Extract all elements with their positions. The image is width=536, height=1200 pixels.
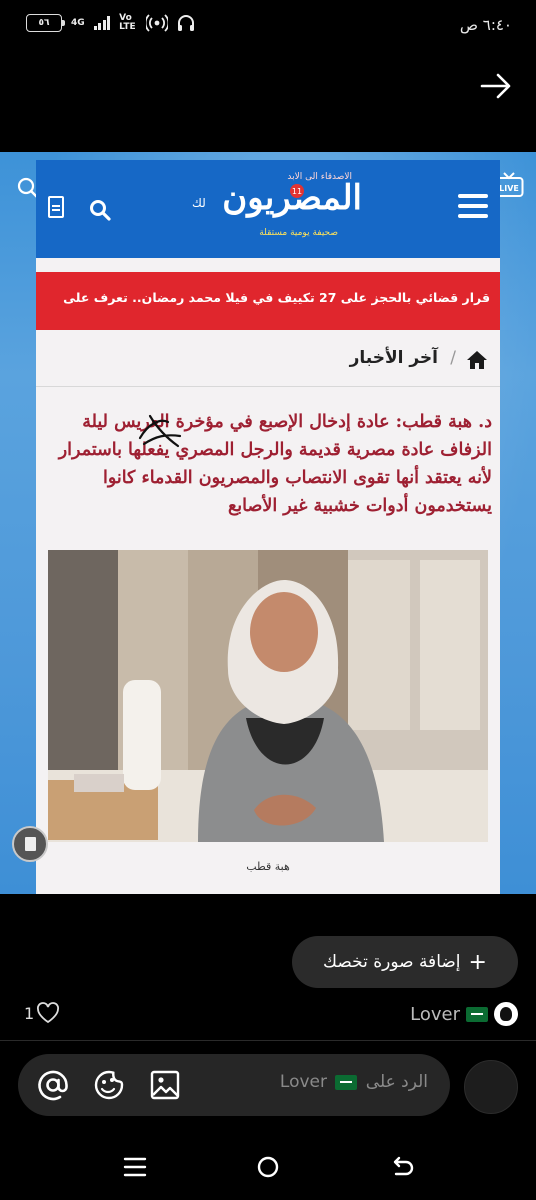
- headphones-icon: [178, 15, 195, 31]
- recents-icon[interactable]: [120, 1152, 150, 1182]
- like-counter[interactable]: 1: [24, 1002, 60, 1024]
- hotspot-icon: [146, 14, 169, 32]
- add-photo-button[interactable]: + إضافة صورة تخصك: [292, 936, 518, 988]
- add-photo-label: إضافة صورة تخصك: [323, 952, 461, 972]
- battery-icon: ٥٦: [26, 14, 65, 32]
- news-ticker: قرار قضائي بالحجز على 27 تكييف في فيلا م…: [36, 270, 500, 330]
- ticker-text: قرار قضائي بالحجز على 27 تكييف في فيلا م…: [63, 290, 490, 305]
- signal-icon: [93, 16, 111, 30]
- article-headline: د. هبة قطب: عادة إدخال الإصبع في مؤخرة ا…: [58, 412, 492, 516]
- status-bar: ٥٦ 4G Vo LTE ٦:٤٠ ص: [0, 0, 536, 52]
- breadcrumb-separator: /: [450, 348, 456, 368]
- image-caption: هبة قطب: [246, 860, 290, 873]
- back-icon[interactable]: [386, 1152, 416, 1182]
- scribble-mark: [138, 414, 182, 448]
- home-icon: [467, 351, 487, 369]
- breadcrumb-label: آخر الأخبار: [349, 348, 438, 368]
- saudi-flag-icon: [466, 1006, 488, 1022]
- search-icon: [90, 200, 111, 221]
- status-icons: ٥٦ 4G Vo LTE: [26, 14, 195, 32]
- news-page: الاصدقاء الى الابد 11 المصريون لك صحيفة …: [36, 160, 500, 894]
- like-count: 1: [24, 1003, 35, 1023]
- breadcrumb: / آخر الأخبار: [36, 346, 500, 376]
- reply-input[interactable]: الرد على Lover: [18, 1054, 450, 1116]
- svg-text:LIVE: LIVE: [499, 184, 519, 193]
- reply-prefix: الرد على: [365, 1072, 428, 1092]
- home-nav-icon[interactable]: [253, 1152, 283, 1182]
- reply-user: Lover: [279, 1072, 327, 1092]
- avatar[interactable]: [494, 1002, 518, 1026]
- system-navbar: [0, 1134, 536, 1200]
- logo-tail: لك: [192, 196, 206, 210]
- logo-subtitle: صحيفة يومية مستقلة: [259, 228, 338, 238]
- status-time: ٦:٤٠ ص: [459, 16, 512, 34]
- reply-placeholder: الرد على Lover: [280, 1072, 428, 1092]
- divider: [0, 1040, 536, 1041]
- article-image: [48, 550, 488, 842]
- logo-text: المصريون: [222, 178, 363, 218]
- plus-icon: +: [468, 949, 487, 975]
- post-photo[interactable]: LIVE الاصدقاء الى الابد 11 المصريون لك ص…: [0, 152, 536, 894]
- sticker-icon[interactable]: [92, 1068, 126, 1102]
- pdf-icon: [48, 196, 64, 218]
- menu-icon: [458, 194, 488, 218]
- mention-icon[interactable]: [36, 1068, 70, 1102]
- user-avatar-button[interactable]: [464, 1060, 518, 1114]
- author-name: Lover: [410, 1003, 460, 1025]
- heart-icon[interactable]: [36, 1002, 60, 1024]
- post-author[interactable]: Lover: [410, 1002, 518, 1026]
- story-button[interactable]: [12, 826, 48, 862]
- volte-label: Vo LTE: [119, 13, 136, 32]
- battery-level: ٥٦: [38, 18, 50, 28]
- divider: [36, 386, 500, 387]
- image-icon[interactable]: [148, 1068, 182, 1102]
- saudi-flag-icon: [335, 1074, 358, 1090]
- forward-arrow-icon[interactable]: [478, 68, 514, 104]
- network-type: 4G: [71, 17, 85, 28]
- site-header: الاصدقاء الى الابد 11 المصريون لك صحيفة …: [36, 160, 500, 258]
- site-logo: الاصدقاء الى الابد 11 المصريون لك صحيفة …: [192, 172, 363, 252]
